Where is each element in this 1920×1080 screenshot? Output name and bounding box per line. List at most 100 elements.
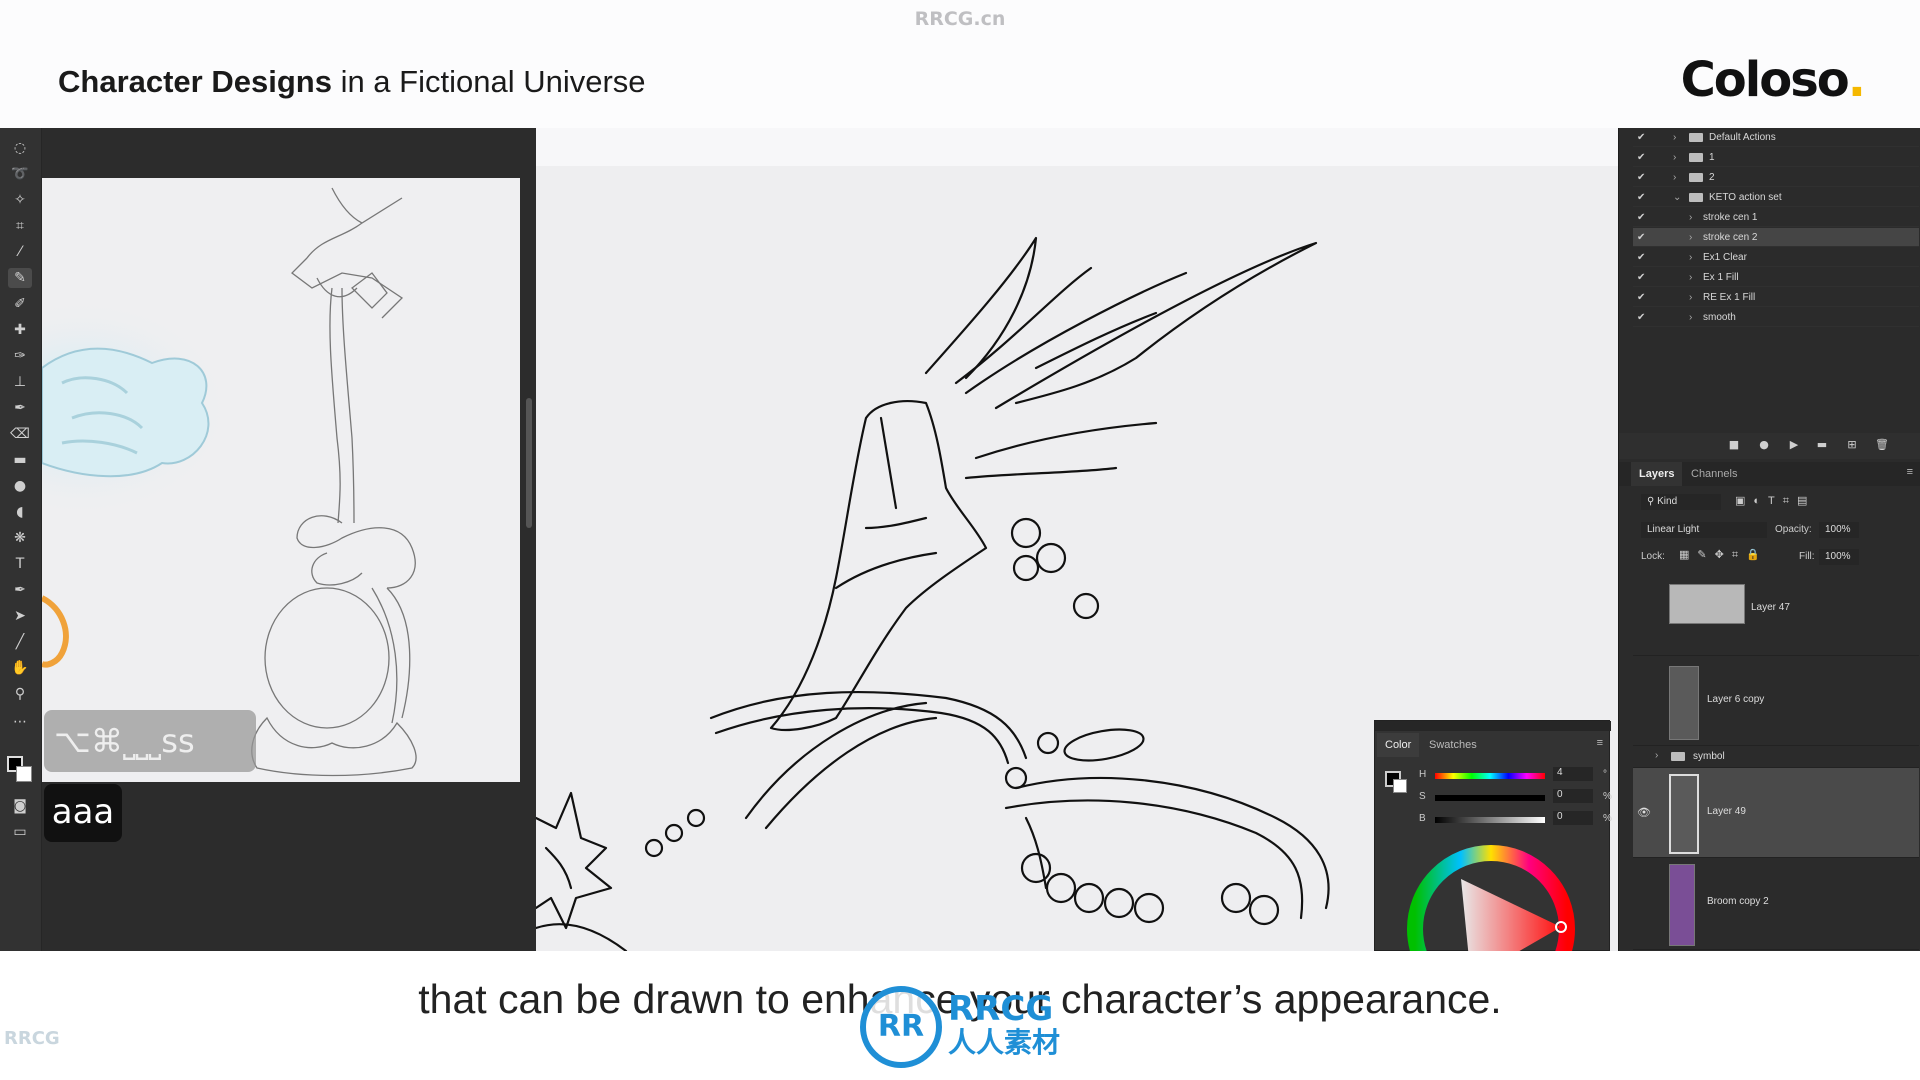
action-set-row[interactable]: ✔ › Default Actions bbox=[1633, 128, 1919, 147]
check-icon[interactable]: ✔ bbox=[1637, 148, 1651, 167]
check-icon[interactable]: ✔ bbox=[1637, 308, 1651, 327]
play-icon[interactable]: ▶ bbox=[1787, 438, 1801, 452]
layer-filter-select[interactable]: ⚲ Kind bbox=[1641, 494, 1721, 510]
hue-slider-row[interactable]: H 4 ° bbox=[1419, 767, 1607, 783]
eraser-tool-icon[interactable]: ⌫ bbox=[8, 424, 32, 444]
action-item-row[interactable]: ✔ › stroke cen 1 bbox=[1633, 208, 1919, 227]
folder-icon bbox=[1689, 173, 1703, 182]
hand-tool-icon[interactable]: ✋ bbox=[8, 658, 32, 678]
history-brush-tool-icon[interactable]: ✒ bbox=[8, 398, 32, 418]
line-tool-icon[interactable]: ╱ bbox=[8, 632, 32, 652]
stamp-tool-icon[interactable]: ⊥ bbox=[8, 372, 32, 392]
chevron-right-icon[interactable]: › bbox=[1689, 308, 1699, 327]
folder-icon bbox=[1689, 193, 1703, 202]
panel-menu-icon[interactable]: ≡ bbox=[1907, 466, 1913, 478]
blur-tool-icon[interactable]: ● bbox=[8, 476, 32, 496]
eyedropper-tool-icon[interactable]: ⁄ bbox=[8, 242, 32, 262]
chevron-right-icon[interactable]: › bbox=[1689, 208, 1699, 227]
crop-tool-icon[interactable]: ⌗ bbox=[8, 216, 32, 236]
trash-icon[interactable]: 🗑 bbox=[1875, 438, 1889, 452]
layer-row[interactable]: Broom copy 2 bbox=[1633, 858, 1919, 950]
course-header: RRCG.cn Character Designs in a Fictional… bbox=[0, 0, 1920, 128]
chevron-right-icon[interactable]: › bbox=[1689, 248, 1699, 267]
chevron-down-icon[interactable]: ⌄ bbox=[1673, 188, 1683, 207]
action-item-row[interactable]: ✔ › smooth bbox=[1633, 308, 1919, 327]
hue-value[interactable]: 4 bbox=[1553, 767, 1593, 781]
brightness-slider[interactable] bbox=[1435, 817, 1545, 823]
stop-icon[interactable]: ■ bbox=[1727, 438, 1741, 452]
type-tool-icon[interactable]: T bbox=[8, 554, 32, 574]
check-icon[interactable]: ✔ bbox=[1637, 228, 1651, 247]
chevron-right-icon[interactable]: › bbox=[1673, 148, 1683, 167]
layer-row[interactable]: Layer 47 bbox=[1633, 570, 1919, 656]
tab-swatches[interactable]: Swatches bbox=[1429, 733, 1477, 757]
mixer-brush-tool-icon[interactable]: ✑ bbox=[8, 346, 32, 366]
lock-icons[interactable]: ▦✎✥⌗🔒 bbox=[1679, 548, 1768, 562]
fill-field[interactable]: 100% bbox=[1819, 549, 1859, 565]
reference-scrollbar[interactable] bbox=[526, 398, 532, 528]
action-set-row[interactable]: ✔ › 1 bbox=[1633, 148, 1919, 167]
action-item-row[interactable]: ✔ › Ex1 Clear bbox=[1633, 248, 1919, 267]
check-icon[interactable]: ✔ bbox=[1637, 288, 1651, 307]
marquee-tool-icon[interactable]: ◌ bbox=[8, 138, 32, 158]
panel-menu-icon[interactable]: ≡ bbox=[1597, 737, 1603, 749]
color-wheel[interactable] bbox=[1401, 839, 1581, 951]
check-icon[interactable]: ✔ bbox=[1637, 268, 1651, 287]
gradient-tool-icon[interactable]: ▬ bbox=[8, 450, 32, 470]
pen-tool-icon[interactable]: ✒ bbox=[8, 580, 32, 600]
chevron-right-icon[interactable]: › bbox=[1689, 268, 1699, 287]
background-color-swatch[interactable] bbox=[16, 766, 32, 782]
brightness-slider-row[interactable]: B 0 % bbox=[1419, 811, 1612, 827]
healing-tool-icon[interactable]: ✚ bbox=[8, 320, 32, 340]
chevron-right-icon[interactable]: › bbox=[1689, 288, 1699, 307]
lasso-tool-icon[interactable]: ➰ bbox=[8, 164, 32, 184]
pencil-tool-icon[interactable]: ✐ bbox=[8, 294, 32, 314]
layer-row-selected[interactable]: 👁 Layer 49 bbox=[1633, 768, 1919, 858]
new-action-icon[interactable]: ⊞ bbox=[1845, 438, 1859, 452]
check-icon[interactable]: ✔ bbox=[1637, 128, 1651, 147]
saturation-slider-row[interactable]: S 0 % bbox=[1419, 789, 1612, 805]
sponge-tool-icon[interactable]: ❋ bbox=[8, 528, 32, 548]
tab-channels[interactable]: Channels bbox=[1683, 462, 1745, 486]
tab-layers[interactable]: Layers bbox=[1631, 462, 1683, 486]
path-selection-tool-icon[interactable]: ➤ bbox=[8, 606, 32, 626]
action-label: Ex 1 Fill bbox=[1703, 272, 1739, 283]
brightness-value[interactable]: 0 bbox=[1553, 811, 1593, 825]
tab-color[interactable]: Color bbox=[1377, 733, 1420, 757]
action-item-row-selected[interactable]: ✔ › stroke cen 2 bbox=[1633, 228, 1919, 247]
blend-mode-select[interactable]: Linear Light bbox=[1641, 522, 1767, 538]
layer-filter-icons[interactable]: ▣◐T⌗▤ bbox=[1735, 494, 1815, 508]
corner-watermark-logo: RRCG bbox=[4, 1028, 60, 1049]
check-icon[interactable]: ✔ bbox=[1637, 188, 1651, 207]
hue-label: H bbox=[1419, 769, 1427, 780]
record-icon[interactable]: ● bbox=[1757, 438, 1771, 452]
chevron-right-icon[interactable]: › bbox=[1673, 168, 1683, 187]
saturation-slider[interactable] bbox=[1435, 795, 1545, 801]
hue-slider[interactable] bbox=[1435, 773, 1545, 779]
more-tools-icon[interactable]: ⋯ bbox=[8, 712, 32, 732]
background-color-swatch[interactable] bbox=[1393, 779, 1407, 793]
action-set-row[interactable]: ✔ ⌄ KETO action set bbox=[1633, 188, 1919, 207]
check-icon[interactable]: ✔ bbox=[1637, 208, 1651, 227]
zoom-tool-icon[interactable]: ⚲ bbox=[8, 684, 32, 704]
eye-icon[interactable]: 👁 bbox=[1637, 806, 1651, 819]
magic-wand-tool-icon[interactable]: ✧ bbox=[8, 190, 32, 210]
saturation-value[interactable]: 0 bbox=[1553, 789, 1593, 803]
action-item-row[interactable]: ✔ › Ex 1 Fill bbox=[1633, 268, 1919, 287]
action-item-row[interactable]: ✔ › RE Ex 1 Fill bbox=[1633, 288, 1919, 307]
layer-group-row[interactable]: › symbol bbox=[1633, 746, 1919, 768]
layer-row[interactable]: Layer 6 copy bbox=[1633, 656, 1919, 746]
reference-canvas[interactable] bbox=[42, 178, 520, 782]
brush-tool-icon[interactable]: ✎ bbox=[8, 268, 32, 288]
chevron-right-icon[interactable]: › bbox=[1673, 128, 1683, 147]
check-icon[interactable]: ✔ bbox=[1637, 248, 1651, 267]
chevron-right-icon[interactable]: › bbox=[1689, 228, 1699, 247]
quick-mask-icon[interactable]: ◙ bbox=[8, 796, 32, 816]
check-icon[interactable]: ✔ bbox=[1637, 168, 1651, 187]
dodge-tool-icon[interactable]: ◖ bbox=[8, 502, 32, 522]
screen-mode-icon[interactable]: ▭ bbox=[8, 822, 32, 842]
action-set-row[interactable]: ✔ › 2 bbox=[1633, 168, 1919, 187]
opacity-field[interactable]: 100% bbox=[1819, 522, 1859, 538]
new-set-icon[interactable]: ▬ bbox=[1815, 438, 1829, 452]
chevron-right-icon[interactable]: › bbox=[1655, 750, 1658, 761]
